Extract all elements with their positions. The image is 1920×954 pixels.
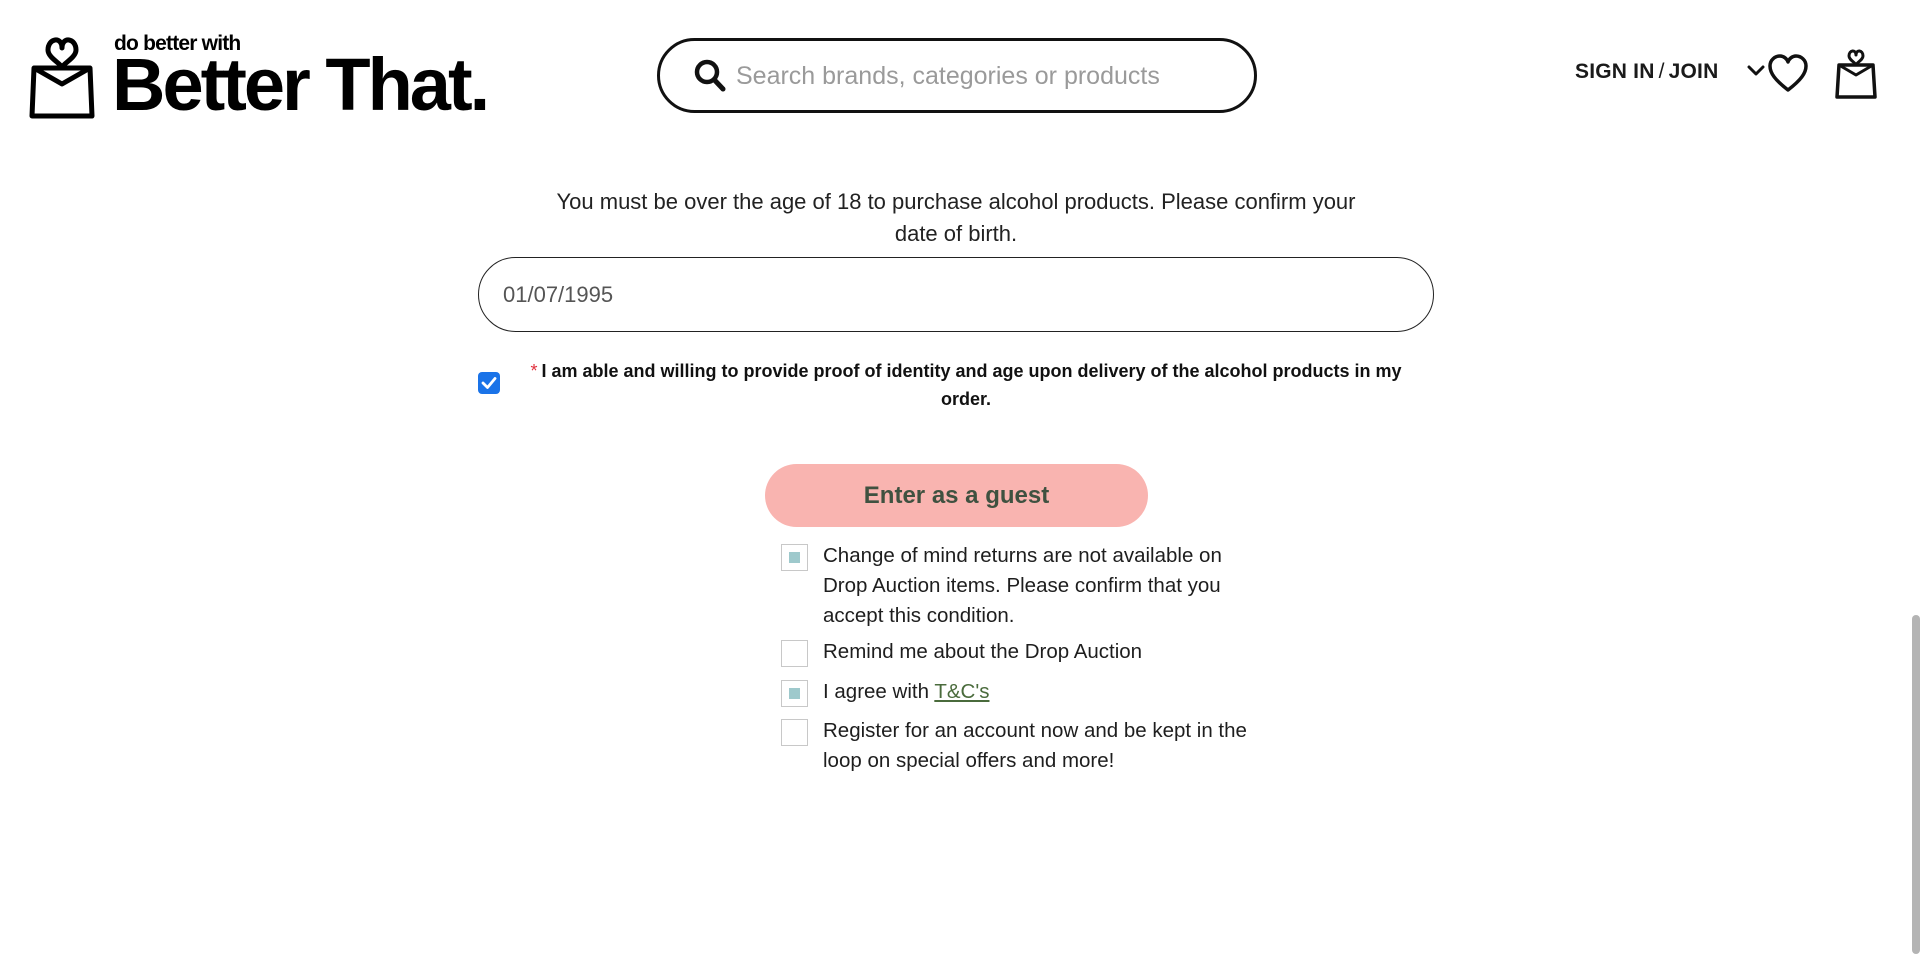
date-of-birth-field[interactable]	[478, 257, 1434, 332]
required-marker: *	[530, 361, 538, 381]
remind-auction-checkbox[interactable]	[781, 640, 808, 667]
scrollbar-thumb[interactable]	[1912, 615, 1920, 954]
sign-in-label[interactable]: SIGN IN	[1575, 60, 1655, 83]
no-returns-checkbox[interactable]	[781, 544, 808, 571]
terms-label-text: I agree with	[823, 680, 935, 703]
heart-icon[interactable]	[1767, 54, 1809, 94]
no-returns-label: Change of mind returns are not available…	[823, 544, 1222, 627]
bag-logo-icon	[29, 37, 95, 119]
checkbox-fill	[789, 688, 800, 699]
site-header: do better with Better That. SIGN IN/JOIN	[0, 0, 1920, 150]
checkbox-fill	[789, 552, 800, 563]
proof-of-age-label: * I am able and willing to provide proof …	[518, 357, 1414, 413]
checkmark-icon	[481, 377, 497, 389]
search-input[interactable]	[734, 51, 1234, 101]
search-icon	[694, 59, 726, 92]
logo-brand-name: Better That.	[112, 43, 490, 126]
brand-logo[interactable]: do better with Better That.	[28, 32, 498, 122]
remind-auction-label: Remind me about the Drop Auction	[823, 640, 1143, 663]
proof-of-age-text: I am able and willing to provide proof o…	[541, 361, 1402, 409]
terms-label: I agree with T&C's	[823, 677, 1283, 707]
search-bar[interactable]	[657, 38, 1257, 113]
cart-bag-icon[interactable]	[1835, 48, 1877, 100]
proof-of-age-checkbox[interactable]	[478, 372, 500, 394]
register-label: Register for an account now and be kept …	[823, 719, 1247, 772]
register-checkbox[interactable]	[781, 719, 808, 746]
join-label[interactable]: JOIN	[1669, 60, 1719, 83]
terms-link[interactable]: T&C's	[934, 680, 989, 703]
sign-in-join-link[interactable]: SIGN IN / JOIN	[1575, 60, 1718, 84]
chevron-down-icon[interactable]	[1747, 64, 1765, 78]
terms-checkbox[interactable]	[781, 680, 808, 707]
enter-as-guest-button[interactable]: Enter as a guest	[765, 464, 1148, 527]
age-requirement-message: You must be over the age of 18 to purcha…	[556, 189, 1356, 246]
sign-in-separator: /	[1658, 60, 1665, 83]
